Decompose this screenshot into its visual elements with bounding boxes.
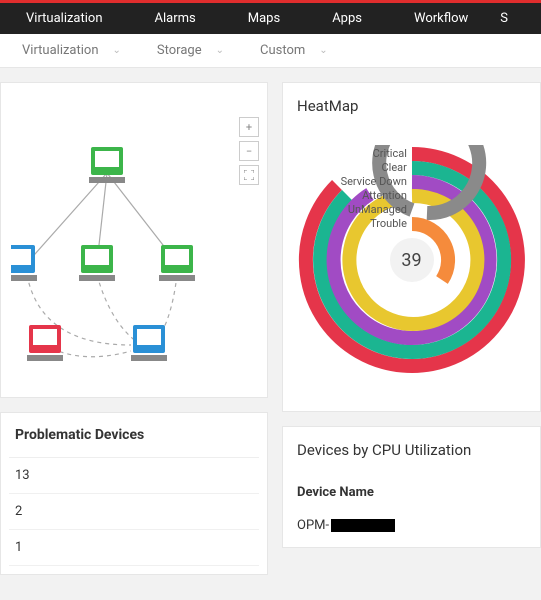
legend-item: Attention: [297, 189, 407, 203]
fullscreen-icon: [244, 170, 254, 180]
topology-node[interactable]: [131, 325, 167, 361]
topology-node[interactable]: [79, 245, 115, 281]
zoom-out-button[interactable]: −: [239, 141, 259, 161]
nav-maps[interactable]: Maps: [222, 3, 306, 34]
subnav-custom[interactable]: Custom ⌄: [242, 43, 346, 58]
topology-node[interactable]: [11, 245, 37, 281]
nav-more[interactable]: S: [494, 3, 514, 34]
topology-node[interactable]: [27, 325, 63, 361]
topology-node[interactable]: [89, 147, 125, 183]
heatmap-title: HeatMap: [297, 97, 526, 115]
cpu-utilization-title: Devices by CPU Utilization: [297, 441, 526, 459]
fullscreen-button[interactable]: [239, 165, 259, 185]
heatmap-chart[interactable]: Critical Clear Service Down Attention Un…: [297, 125, 526, 395]
topology-node[interactable]: [159, 245, 195, 281]
table-row[interactable]: OPM-: [297, 518, 526, 533]
heatmap-legend: Critical Clear Service Down Attention Un…: [297, 147, 407, 231]
problematic-devices-panel: Problematic Devices 13 2 1: [0, 412, 268, 575]
subnav-label: Storage: [157, 43, 202, 58]
table-row[interactable]: 13: [9, 458, 259, 494]
topology-map[interactable]: [11, 93, 257, 387]
subnav-label: Custom: [260, 43, 305, 58]
table-row[interactable]: 1: [9, 530, 259, 566]
content: + −: [0, 68, 541, 575]
chevron-down-icon: ⌄: [216, 45, 224, 56]
table-row[interactable]: 2: [9, 494, 259, 530]
legend-item: Clear: [297, 161, 407, 175]
topology-panel: + −: [0, 82, 268, 398]
left-column: + −: [0, 82, 268, 575]
heatmap-panel: HeatMap Critical Clear Se: [282, 82, 541, 412]
subnav-storage[interactable]: Storage ⌄: [139, 43, 242, 58]
subnav-virtualization[interactable]: Virtualization ⌄: [4, 43, 139, 58]
topology-controls: + −: [239, 117, 259, 185]
zoom-in-button[interactable]: +: [239, 117, 259, 137]
chevron-down-icon: ⌄: [319, 45, 327, 56]
right-column: HeatMap Critical Clear Se: [282, 82, 541, 575]
problematic-devices-title: Problematic Devices: [9, 413, 259, 458]
nav-virtualization[interactable]: Virtualization: [0, 3, 129, 34]
column-header-device-name: Device Name: [297, 485, 526, 500]
cpu-utilization-panel: Devices by CPU Utilization Device Name O…: [282, 426, 541, 548]
heatmap-center-value: 39: [390, 238, 434, 282]
legend-item: Service Down: [297, 175, 407, 189]
redacted-text: [331, 519, 395, 532]
legend-item: Critical: [297, 147, 407, 161]
legend-item: UnManaged: [297, 203, 407, 217]
nav-apps[interactable]: Apps: [306, 3, 388, 34]
chevron-down-icon: ⌄: [113, 45, 121, 56]
sub-nav: Virtualization ⌄ Storage ⌄ Custom ⌄: [0, 34, 541, 68]
legend-item: Trouble: [297, 217, 407, 231]
nav-workflow[interactable]: Workflow: [388, 3, 494, 34]
device-name-prefix: OPM-: [297, 518, 329, 533]
nav-alarms[interactable]: Alarms: [129, 3, 222, 34]
top-nav: Virtualization Alarms Maps Apps Workflow…: [0, 0, 541, 34]
subnav-label: Virtualization: [22, 43, 99, 58]
